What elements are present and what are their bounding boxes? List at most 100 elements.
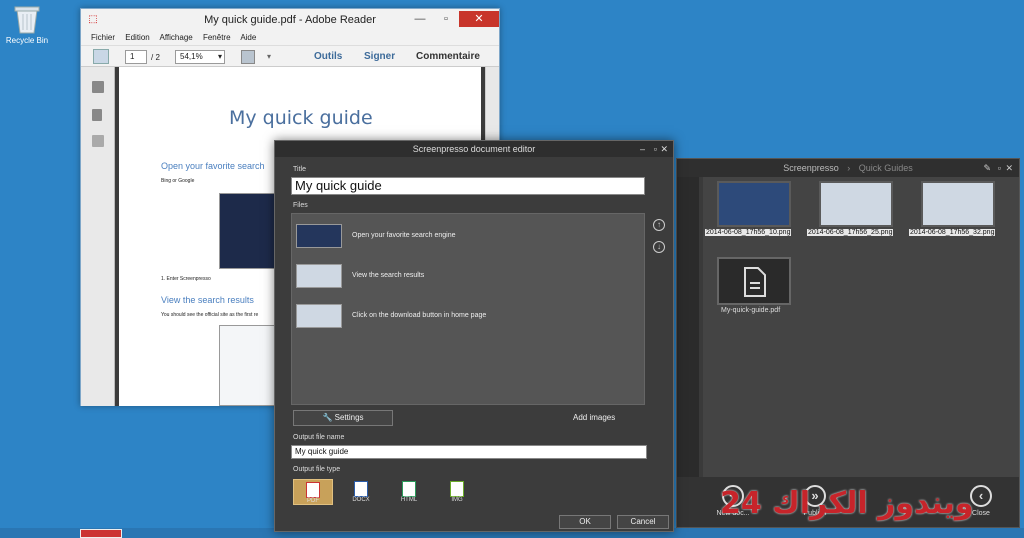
file-name: Open your favorite search engine bbox=[352, 232, 456, 239]
doc-heading-search: Open your favorite search bbox=[161, 161, 265, 171]
close-icon[interactable]: ✕ bbox=[660, 141, 668, 157]
sign-button[interactable]: Signer bbox=[364, 51, 395, 62]
image-file-icon bbox=[450, 481, 464, 497]
gallery-thumb[interactable] bbox=[819, 181, 893, 227]
tools-button[interactable]: Outils bbox=[314, 51, 342, 62]
attachments-icon[interactable] bbox=[92, 135, 104, 147]
title-label: Title bbox=[293, 166, 306, 173]
restore-icon[interactable]: ▫ bbox=[998, 159, 1001, 177]
title-input[interactable]: My quick guide bbox=[291, 177, 645, 195]
recycle-bin-icon bbox=[14, 6, 40, 34]
chevron-down-icon: ▾ bbox=[217, 52, 222, 61]
close-button[interactable]: ✕ bbox=[459, 11, 499, 27]
cancel-button[interactable]: Cancel bbox=[617, 515, 669, 529]
document-icon bbox=[744, 267, 766, 297]
type-docx-option[interactable]: DOCX bbox=[341, 479, 381, 505]
recycle-bin-label: Recycle Bin bbox=[5, 36, 49, 45]
settings-label: Settings bbox=[334, 413, 364, 422]
pages-panel-icon[interactable] bbox=[92, 81, 104, 93]
create-pdf-icon[interactable] bbox=[93, 49, 109, 64]
breadcrumb-separator: › bbox=[847, 163, 851, 173]
minimize-button[interactable]: — bbox=[407, 11, 433, 27]
add-images-link[interactable]: Add images bbox=[573, 413, 615, 422]
output-name-label: Output file name bbox=[293, 434, 345, 441]
editor-title-bar: Screenpresso document editor – ▫ ✕ bbox=[275, 141, 673, 157]
menu-fenetre[interactable]: Fenêtre bbox=[203, 33, 231, 42]
document-editor-dialog: Screenpresso document editor – ▫ ✕ Title… bbox=[274, 140, 674, 532]
adobe-menu-bar: Fichier Edition Affichage Fenêtre Aide bbox=[81, 31, 499, 45]
move-down-icon[interactable]: ↓ bbox=[653, 241, 665, 253]
files-list[interactable]: Open your favorite search engine View th… bbox=[291, 213, 645, 405]
file-item[interactable]: Click on the download button in home pag… bbox=[296, 304, 636, 330]
gallery-pdf-item[interactable] bbox=[717, 257, 791, 305]
bookmarks-icon[interactable] bbox=[92, 109, 102, 121]
doc-paragraph-bing: Bing or Google bbox=[161, 178, 195, 184]
adobe-title-bar: ⬚ My quick guide.pdf - Adobe Reader — ▫ … bbox=[81, 9, 499, 31]
docx-file-icon bbox=[354, 481, 368, 497]
maximize-button[interactable]: ▫ bbox=[433, 11, 459, 27]
breadcrumb-quick-guides[interactable]: Quick Guides bbox=[859, 163, 913, 173]
type-docx-label: DOCX bbox=[352, 497, 370, 503]
gallery-thumb-caption: 2014-06-08_17h56_25.png bbox=[807, 229, 894, 236]
page-total: / 2 bbox=[151, 53, 160, 62]
comment-button[interactable]: Commentaire bbox=[416, 51, 480, 62]
zoom-value: 54,1% bbox=[180, 52, 203, 61]
gallery-thumb[interactable] bbox=[921, 181, 995, 227]
gallery-thumb-caption: 2014-06-08_17h56_10.png bbox=[705, 229, 792, 236]
screenpresso-app-title: Screenpresso bbox=[783, 163, 839, 173]
file-name: Click on the download button in home pag… bbox=[352, 312, 487, 319]
file-name: View the search results bbox=[352, 272, 425, 279]
output-type-label: Output file type bbox=[293, 466, 341, 473]
file-thumbnail bbox=[296, 304, 342, 328]
recycle-bin[interactable]: Recycle Bin bbox=[2, 4, 52, 45]
gallery-thumb-caption: 2014-06-08_17h56_32.png bbox=[909, 229, 996, 236]
doc-screenshot-results bbox=[219, 325, 277, 406]
html-file-icon bbox=[402, 481, 416, 497]
zoom-select[interactable]: 54,1% ▾ bbox=[175, 50, 225, 64]
file-item[interactable]: View the search results bbox=[296, 264, 636, 290]
toolbar-more-icon[interactable]: ▾ bbox=[267, 52, 271, 61]
output-name-input[interactable]: My quick guide bbox=[291, 445, 647, 459]
move-up-icon[interactable]: ↑ bbox=[653, 219, 665, 231]
type-pdf-option[interactable]: PDF bbox=[293, 479, 333, 505]
type-pdf-label: PDF bbox=[307, 498, 319, 504]
type-html-label: HTML bbox=[400, 497, 418, 503]
file-thumbnail bbox=[296, 224, 342, 248]
menu-affichage[interactable]: Affichage bbox=[160, 33, 193, 42]
fit-page-icon[interactable] bbox=[241, 50, 255, 64]
file-item[interactable]: Open your favorite search engine bbox=[296, 224, 636, 250]
settings-button[interactable]: 🔧 Settings bbox=[293, 410, 393, 426]
screenpresso-gallery: 2014-06-08_17h56_10.png 2014-06-08_17h56… bbox=[703, 177, 1019, 477]
files-label: Files bbox=[293, 202, 308, 209]
page-number-input[interactable]: 1 bbox=[125, 50, 147, 64]
screenpresso-side-rail bbox=[677, 177, 699, 477]
adobe-window-title: My quick guide.pdf - Adobe Reader bbox=[204, 14, 376, 26]
wrench-icon: 🔧 bbox=[322, 413, 333, 422]
minimize-icon[interactable]: – bbox=[640, 141, 645, 157]
menu-aide[interactable]: Aide bbox=[240, 33, 256, 42]
gallery-pdf-caption: My-quick-guide.pdf bbox=[721, 307, 781, 314]
maximize-icon[interactable]: ▫ bbox=[654, 141, 657, 157]
watermark-text: 24 ويندوز الكراك bbox=[720, 486, 974, 521]
taskbar-app-button[interactable] bbox=[80, 529, 122, 538]
type-html-option[interactable]: HTML bbox=[389, 479, 429, 505]
type-img-option[interactable]: IMG bbox=[437, 479, 477, 505]
doc-screenshot-bing bbox=[219, 193, 277, 269]
pdf-app-icon: ⬚ bbox=[88, 14, 98, 25]
doc-title: My quick guide bbox=[229, 107, 373, 129]
type-img-label: IMG bbox=[451, 497, 463, 503]
adobe-toolbar: 1 / 2 54,1% ▾ ▾ Outils Signer Commentaire bbox=[81, 45, 499, 67]
editor-window-title: Screenpresso document editor bbox=[412, 144, 536, 154]
doc-paragraph-results: You should see the official site as the … bbox=[161, 312, 259, 318]
file-thumbnail bbox=[296, 264, 342, 288]
ok-button[interactable]: OK bbox=[559, 515, 611, 529]
close-label: Close bbox=[972, 510, 990, 517]
gallery-thumb[interactable] bbox=[717, 181, 791, 227]
doc-heading-results: View the search results bbox=[161, 295, 254, 305]
menu-fichier[interactable]: Fichier bbox=[91, 33, 115, 42]
menu-edition[interactable]: Edition bbox=[125, 33, 149, 42]
close-icon[interactable]: ✕ bbox=[1005, 159, 1013, 177]
pin-icon[interactable]: ✎ bbox=[983, 159, 991, 177]
screenpresso-title-bar: Screenpresso › Quick Guides ✎ ▫ ✕ bbox=[677, 159, 1019, 177]
screenpresso-window: Screenpresso › Quick Guides ✎ ▫ ✕ 2014-0… bbox=[676, 158, 1020, 528]
